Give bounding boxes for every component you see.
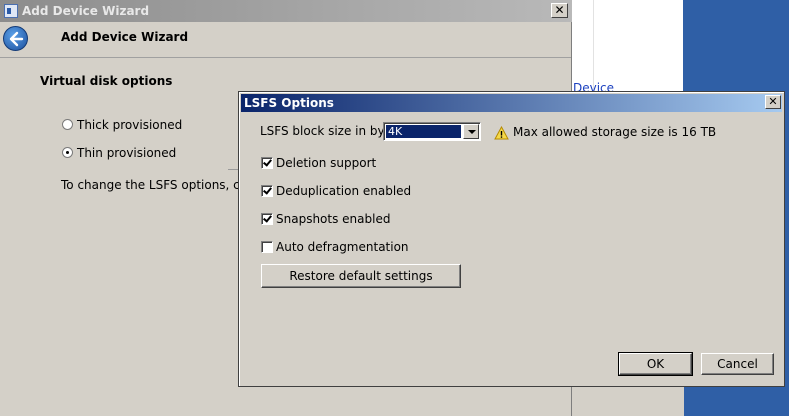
radio-button-selected[interactable] [62,147,73,158]
checkbox-label: Deduplication enabled [276,184,412,198]
wizard-app-icon [4,4,18,18]
block-size-selected-value[interactable]: 4K [386,125,461,138]
auto-defragmentation-checkbox[interactable]: Auto defragmentation [261,240,409,254]
warning-icon [494,126,509,140]
checkbox-label: Snapshots enabled [276,212,391,226]
checkbox-label: Deletion support [276,156,377,170]
wizard-close-button[interactable]: ✕ [551,3,568,18]
checkbox-unchecked[interactable] [261,241,273,253]
deduplication-enabled-checkbox[interactable]: Deduplication enabled [261,184,411,198]
section-title: Virtual disk options [40,74,173,88]
wizard-titlebar[interactable]: Add Device Wizard ✕ [0,0,572,22]
wizard-header: Add Device Wizard [0,22,571,58]
radio-label: Thin provisioned [77,146,177,160]
snapshots-enabled-checkbox[interactable]: Snapshots enabled [261,212,390,226]
lsfs-dialog-title: LSFS Options [244,96,334,110]
back-button[interactable] [3,26,28,51]
block-size-select[interactable]: 4K [383,122,481,141]
deletion-support-checkbox[interactable]: Deletion support [261,156,376,170]
checkbox-checked[interactable] [261,157,273,169]
ok-button[interactable]: OK [618,352,693,376]
checkbox-checked[interactable] [261,213,273,225]
back-arrow-icon [9,31,24,47]
lsfs-options-dialog: LSFS Options ✕ LSFS block size in bytes:… [238,91,785,387]
chevron-down-icon[interactable] [463,124,479,139]
checkbox-label: Auto defragmentation [276,240,409,254]
max-storage-text: Max allowed storage size is 16 TB [513,125,717,139]
cancel-button[interactable]: Cancel [701,353,774,375]
lsfs-close-button[interactable]: ✕ [765,95,781,109]
restore-default-settings-button[interactable]: Restore default settings [261,264,461,288]
radio-label: Thick provisioned [77,118,183,132]
checkbox-checked[interactable] [261,185,273,197]
lsfs-dialog-titlebar[interactable]: LSFS Options ✕ [241,94,782,112]
wizard-window-title: Add Device Wizard [22,4,150,18]
thin-provisioned-radio[interactable]: Thin provisioned [62,146,176,160]
radio-button[interactable] [62,119,73,130]
thick-provisioned-radio[interactable]: Thick provisioned [62,118,182,132]
wizard-header-title: Add Device Wizard [61,30,189,44]
